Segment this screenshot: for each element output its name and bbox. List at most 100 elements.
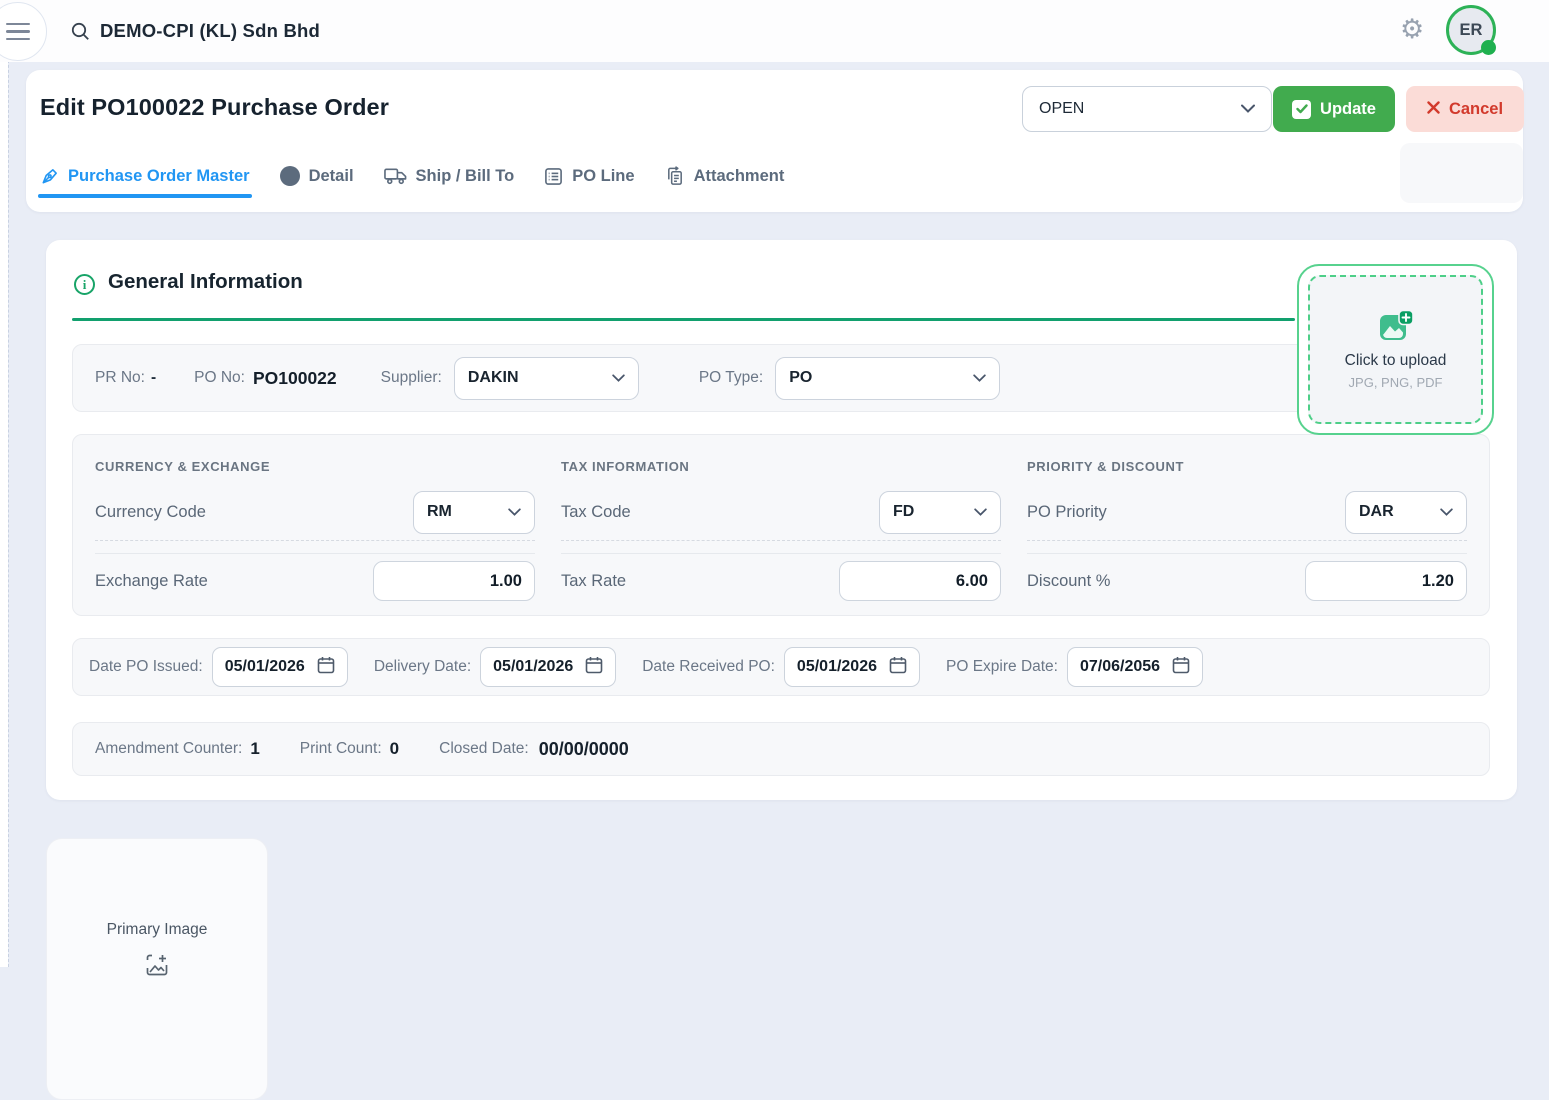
po-expire-date: PO Expire Date: 07/06/2056 xyxy=(946,647,1203,687)
upload-formats: JPG, PNG, PDF xyxy=(1349,375,1443,390)
po-type-label: PO Type: xyxy=(699,369,763,387)
po-summary-panel: PR No: - PO No: PO100022 Supplier: DAKIN… xyxy=(72,344,1490,412)
delivery-date-label: Delivery Date: xyxy=(374,658,471,676)
currency-code-select[interactable]: RM xyxy=(413,491,535,534)
solid-divider xyxy=(561,553,1001,554)
chevron-down-icon xyxy=(1440,503,1453,521)
avatar-initials: ER xyxy=(1460,21,1483,40)
settings-gear-icon[interactable]: ⚙ xyxy=(1400,15,1424,45)
chevron-down-icon xyxy=(1241,100,1255,118)
currency-exchange-group: CURRENCY & EXCHANGE Currency Code RM Exc… xyxy=(95,459,535,615)
pages-icon xyxy=(665,166,685,186)
tax-code-select[interactable]: FD xyxy=(879,491,1001,534)
upload-title: Click to upload xyxy=(1345,352,1447,370)
po-no-label: PO No: xyxy=(194,369,245,387)
dashed-divider xyxy=(95,540,535,541)
tab-detail[interactable]: i Detail xyxy=(280,154,354,198)
tab-purchase-order-master[interactable]: Purchase Order Master xyxy=(40,154,250,198)
tab-label: Ship / Bill To xyxy=(416,167,515,186)
image-upload-icon[interactable] xyxy=(47,953,267,977)
dashed-divider xyxy=(1027,540,1467,541)
chevron-down-icon xyxy=(973,369,986,387)
tab-ship-bill-to[interactable]: Ship / Bill To xyxy=(384,154,515,198)
status-select[interactable]: OPEN xyxy=(1022,86,1272,132)
date-received-po-label: Date Received PO: xyxy=(642,658,775,676)
po-no-value: PO100022 xyxy=(253,368,337,389)
po-type-select[interactable]: PO xyxy=(775,357,1000,400)
supplier-label: Supplier: xyxy=(381,369,442,387)
tax-information-group: TAX INFORMATION Tax Code FD Tax Rate xyxy=(561,459,1001,615)
tab-bar: Purchase Order Master i Detail Ship / Bi… xyxy=(40,154,784,198)
list-icon xyxy=(544,167,563,186)
chevron-down-icon xyxy=(974,503,987,521)
group-heading: CURRENCY & EXCHANGE xyxy=(95,459,535,474)
document-upload-dropzone[interactable]: Click to upload JPG, PNG, PDF xyxy=(1297,264,1494,435)
general-information-card: i General Information Click to upload JP… xyxy=(46,240,1517,800)
tab-attachment[interactable]: Attachment xyxy=(665,154,785,198)
status-value: OPEN xyxy=(1039,100,1084,118)
page-title: Edit PO100022 Purchase Order xyxy=(40,94,389,121)
closed-date: Closed Date: 00/00/0000 xyxy=(439,739,629,760)
amendment-counter: Amendment Counter: 1 xyxy=(95,739,260,759)
user-avatar[interactable]: ER xyxy=(1446,5,1496,55)
currency-code-label: Currency Code xyxy=(95,503,206,522)
cancel-button[interactable]: Cancel xyxy=(1406,86,1524,132)
date-po-issued-label: Date PO Issued: xyxy=(89,658,203,676)
solid-divider xyxy=(95,553,535,554)
tab-label: Attachment xyxy=(694,167,785,186)
discount-input[interactable] xyxy=(1305,561,1467,601)
print-count-value: 0 xyxy=(390,739,399,759)
delivery-date: Delivery Date: 05/01/2026 xyxy=(374,647,616,687)
update-button-label: Update xyxy=(1320,100,1376,119)
chevron-down-icon xyxy=(508,503,521,521)
section-title: General Information xyxy=(108,270,303,294)
po-priority-select[interactable]: DAR xyxy=(1345,491,1467,534)
group-heading: TAX INFORMATION xyxy=(561,459,1001,474)
section-underline xyxy=(72,318,1295,321)
date-po-issued: Date PO Issued: 05/01/2026 xyxy=(89,647,348,687)
tab-po-line[interactable]: PO Line xyxy=(544,154,634,198)
exchange-rate-input[interactable] xyxy=(373,561,535,601)
info-icon: i xyxy=(280,166,300,186)
solid-divider xyxy=(1027,553,1467,554)
priority-discount-group: PRIORITY & DISCOUNT PO Priority DAR Disc… xyxy=(1027,459,1467,615)
dates-panel: Date PO Issued: 05/01/2026 Delivery Date… xyxy=(72,638,1490,696)
pr-no-value: - xyxy=(151,369,156,387)
info-circle-icon: i xyxy=(74,274,95,295)
po-expire-date-picker[interactable]: 07/06/2056 xyxy=(1067,647,1203,687)
po-type-value: PO xyxy=(789,369,812,387)
sidebar-collapsed-strip xyxy=(0,0,8,967)
exchange-rate-label: Exchange Rate xyxy=(95,572,208,591)
date-received-po-picker[interactable]: 05/01/2026 xyxy=(784,647,920,687)
po-priority-value: DAR xyxy=(1359,503,1394,521)
closed-date-value: 00/00/0000 xyxy=(539,739,629,760)
tab-label: PO Line xyxy=(572,167,634,186)
primary-image-card[interactable]: Primary Image xyxy=(46,838,268,1100)
upload-inner-area[interactable]: Click to upload JPG, PNG, PDF xyxy=(1308,275,1483,424)
calendar-icon xyxy=(317,656,335,679)
image-add-icon xyxy=(1378,310,1414,347)
header-secondary-panel xyxy=(1400,143,1523,203)
search-icon[interactable] xyxy=(70,21,91,47)
calendar-icon xyxy=(1172,656,1190,679)
dashed-divider xyxy=(561,540,1001,541)
company-name: DEMO-CPI (KL) Sdn Bhd xyxy=(100,0,320,62)
group-heading: PRIORITY & DISCOUNT xyxy=(1027,459,1467,474)
delivery-date-picker[interactable]: 05/01/2026 xyxy=(480,647,616,687)
date-po-issued-picker[interactable]: 05/01/2026 xyxy=(212,647,348,687)
update-button[interactable]: Update xyxy=(1273,86,1395,132)
tax-rate-label: Tax Rate xyxy=(561,572,626,591)
check-square-icon xyxy=(1292,100,1311,119)
supplier-select[interactable]: DAKIN xyxy=(454,357,639,400)
calendar-icon xyxy=(585,656,603,679)
tax-rate-input[interactable] xyxy=(839,561,1001,601)
currency-code-value: RM xyxy=(427,503,452,521)
online-status-dot xyxy=(1481,40,1496,55)
tax-code-value: FD xyxy=(893,503,914,521)
chevron-down-icon xyxy=(612,369,625,387)
tax-code-label: Tax Code xyxy=(561,503,631,522)
date-received-po: Date Received PO: 05/01/2026 xyxy=(642,647,920,687)
page-header-card: Edit PO100022 Purchase Order OPEN Update… xyxy=(26,70,1523,212)
discount-label: Discount % xyxy=(1027,572,1110,591)
sidebar-edge-divider xyxy=(8,0,9,967)
